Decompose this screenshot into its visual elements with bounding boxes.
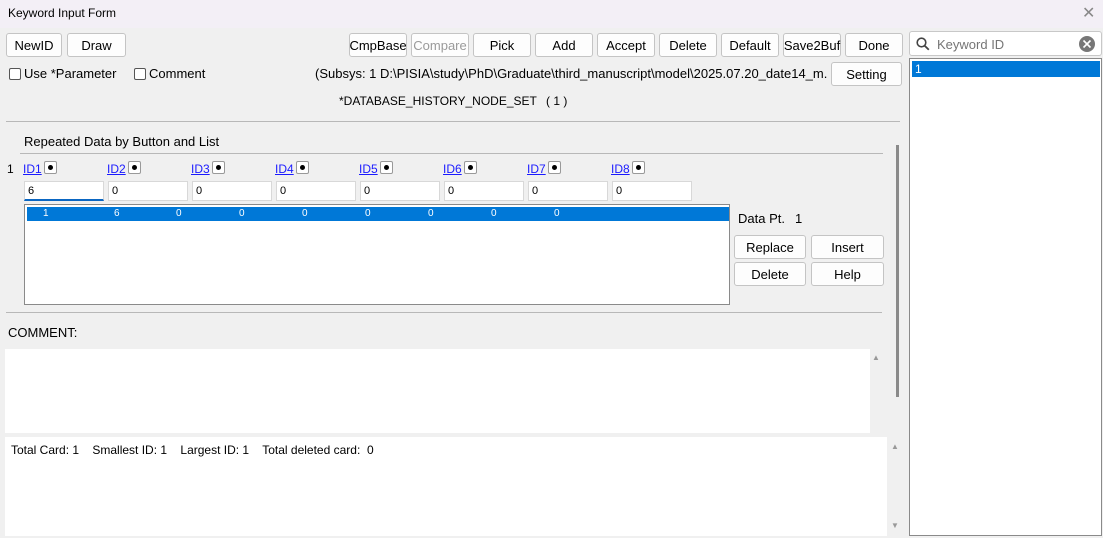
replace-button[interactable]: Replace [734,235,806,259]
pick-button[interactable]: Pick [473,33,531,57]
default-button[interactable]: Default [721,33,779,57]
close-icon[interactable]: ✕ [1082,3,1095,23]
table-row[interactable]: 1 6 0 0 0 0 0 0 0 [27,207,729,221]
id7-link[interactable]: ID7 [527,162,546,176]
summary-scroll-up-icon[interactable]: ▲ [891,442,899,451]
id4-input[interactable] [276,181,356,201]
title-bar [0,0,1103,28]
summary-scroll-down-icon[interactable]: ▼ [891,521,899,530]
subsys-path: (Subsys: 1 D:\PISIA\study\PhD\Graduate\t… [315,66,827,81]
save2buf-button[interactable]: Save2Buf [783,33,841,57]
list-cell: 1 [43,208,49,219]
keyword-id-list[interactable]: 1 [909,58,1102,536]
list-cell: 0 [365,208,371,219]
section-divider [6,121,900,122]
id3-input[interactable] [192,181,272,201]
comment-scroll-up-icon[interactable]: ▲ [872,353,880,362]
id7-input[interactable] [528,181,608,201]
clear-icon[interactable] [1078,35,1096,53]
id2-input[interactable] [108,181,188,201]
cmpbase-button[interactable]: CmpBase [349,33,407,57]
keyword-search [909,31,1102,56]
vertical-scrollbar[interactable] [896,145,899,397]
list-cell: 0 [239,208,245,219]
list-cell: 0 [491,208,497,219]
use-parameter-label: Use *Parameter [24,66,117,81]
draw-button[interactable]: Draw [67,33,126,57]
id4-pick-icon[interactable] [296,161,309,174]
id8-input[interactable] [612,181,692,201]
data-pt-label: Data Pt. [738,211,785,226]
search-icon [916,37,930,51]
add-button[interactable]: Add [535,33,593,57]
repeated-divider [20,153,883,154]
id6-link[interactable]: ID6 [443,162,462,176]
keyword-heading: *DATABASE_HISTORY_NODE_SET [339,94,537,108]
id3-pick-icon[interactable] [212,161,225,174]
list-cell: 6 [114,208,120,219]
accept-button[interactable]: Accept [597,33,655,57]
data-list[interactable]: 1 6 0 0 0 0 0 0 0 [24,204,730,305]
id2-pick-icon[interactable] [128,161,141,174]
comment-divider [6,312,882,313]
id5-pick-icon[interactable] [380,161,393,174]
id1-link[interactable]: ID1 [23,162,42,176]
compare-button[interactable]: Compare [411,33,469,57]
list-cell: 0 [554,208,560,219]
insert-button[interactable]: Insert [811,235,884,259]
id1-pick-icon[interactable] [44,161,57,174]
id5-input[interactable] [360,181,440,201]
help-button[interactable]: Help [811,262,884,286]
id8-pick-icon[interactable] [632,161,645,174]
comment-checkbox[interactable] [134,68,146,80]
setting-button[interactable]: Setting [831,62,902,86]
id1-input[interactable] [24,181,104,201]
comment-textarea[interactable] [5,349,870,433]
comment-option-label: Comment [149,66,206,81]
keyword-search-input[interactable] [935,34,1079,55]
id3-link[interactable]: ID3 [191,162,210,176]
summary-box: Total Card: 1 Smallest ID: 1 Largest ID:… [5,437,887,536]
list-cell: 0 [428,208,434,219]
keyword-count: ( 1 ) [546,94,568,108]
delete-button[interactable]: Delete [659,33,717,57]
id6-input[interactable] [444,181,524,201]
comment-label: COMMENT: [8,325,78,340]
id5-link[interactable]: ID5 [359,162,378,176]
use-parameter-checkbox[interactable] [9,68,21,80]
row-delete-button[interactable]: Delete [734,262,806,286]
row-number: 1 [7,162,14,176]
id4-link[interactable]: ID4 [275,162,294,176]
id2-link[interactable]: ID2 [107,162,126,176]
list-cell: 0 [302,208,308,219]
done-button[interactable]: Done [845,33,903,57]
list-item[interactable]: 1 [912,61,1100,77]
data-pt-value: 1 [795,211,803,226]
window-title: Keyword Input Form [8,6,117,20]
repeated-data-title: Repeated Data by Button and List [24,134,220,149]
id6-pick-icon[interactable] [464,161,477,174]
summary-text: Total Card: 1 Smallest ID: 1 Largest ID:… [11,443,374,457]
list-cell: 0 [176,208,182,219]
newid-button[interactable]: NewID [6,33,62,57]
id7-pick-icon[interactable] [548,161,561,174]
id8-link[interactable]: ID8 [611,162,630,176]
